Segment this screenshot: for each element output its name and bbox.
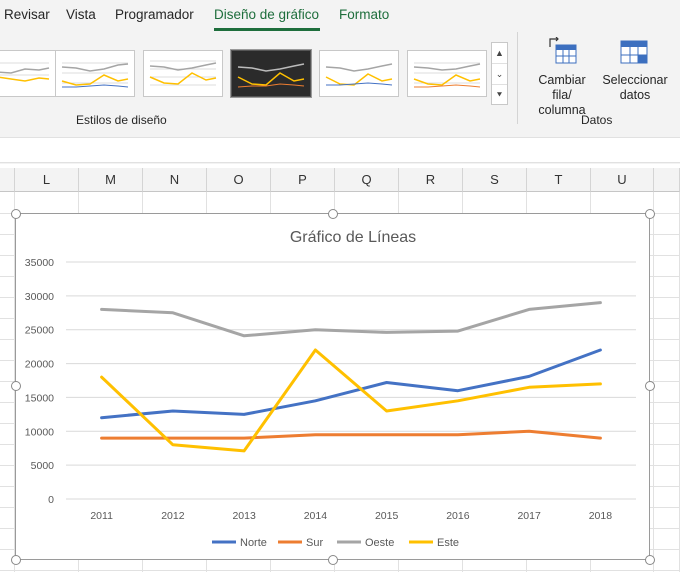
chart-style-thumbnail-3[interactable] (143, 50, 223, 97)
legend-label-este: Este (437, 537, 459, 549)
select-data-label-2: datos (619, 88, 651, 102)
y-tick-label: 20000 (25, 359, 54, 371)
column-header-p[interactable]: P (271, 168, 335, 192)
chart-style-thumbnail-1[interactable] (0, 50, 56, 97)
line-chart[interactable]: Gráfico de Líneas 0 5000 10000 15000 20000 250… (15, 213, 650, 560)
chart-canvas: Gráfico de Líneas 0 5000 10000 15000 20000 250… (25, 229, 636, 549)
select-data-label-1: Seleccionar (602, 73, 668, 87)
chart-style-thumbnail-2[interactable] (55, 50, 135, 97)
x-tick-label: 2018 (589, 510, 613, 522)
column-header-t[interactable]: T (527, 168, 591, 192)
switch-row-column-label-1: Cambiar fila/ (538, 73, 586, 102)
column-header-r[interactable]: R (399, 168, 463, 192)
series-line-oeste (100, 301, 602, 338)
active-tab-underline (214, 28, 320, 31)
x-tick-label: 2014 (304, 510, 328, 522)
series-line-sur (100, 429, 602, 440)
chart-resize-handle-bc[interactable] (328, 555, 338, 565)
x-tick-label: 2013 (232, 510, 256, 522)
chart-resize-handle-tr[interactable] (645, 209, 655, 219)
y-tick-label: 30000 (25, 291, 54, 303)
chart-resize-handle-bl[interactable] (11, 555, 21, 565)
series-line-norte (100, 348, 602, 420)
tab-formato[interactable]: Formato (339, 7, 389, 22)
column-header[interactable] (654, 168, 680, 192)
chart-resize-handle-tc[interactable] (328, 209, 338, 219)
legend-label-sur: Sur (306, 537, 323, 549)
gallery-scroll-down-icon[interactable]: ⌄ (492, 64, 507, 85)
gallery-scroll-up-icon[interactable]: ▲ (492, 43, 507, 64)
select-data-button[interactable]: Seleccionar datos (600, 73, 670, 103)
chart-style-thumbnail-6[interactable] (407, 50, 487, 97)
tab-diseno-de-grafico[interactable]: Diseño de gráfico (214, 7, 319, 22)
data-group-label: Datos (581, 113, 613, 127)
tab-vista[interactable]: Vista (66, 7, 96, 22)
x-tick-label: 2017 (517, 510, 541, 522)
chart-resize-handle-tl[interactable] (11, 209, 21, 219)
x-tick-label: 2012 (161, 510, 185, 522)
column-header-u[interactable]: U (591, 168, 654, 192)
gallery-expand-icon[interactable]: ⯆ (492, 85, 507, 105)
column-header-s[interactable]: S (463, 168, 527, 192)
column-header-o[interactable]: O (207, 168, 271, 192)
legend-label-oeste: Oeste (365, 537, 394, 549)
x-tick-label: 2016 (446, 510, 470, 522)
chart-title: Gráfico de Líneas (290, 229, 416, 246)
tab-programador[interactable]: Programador (115, 7, 194, 22)
x-tick-label: 2015 (375, 510, 399, 522)
y-tick-label: 25000 (25, 325, 54, 337)
column-header[interactable] (0, 168, 15, 192)
ribbon-tab-bar: Revisar Vista Programador Diseño de gráf… (0, 0, 680, 32)
y-tick-label: 5000 (31, 460, 55, 472)
ribbon-group-divider (517, 32, 518, 124)
chart-resize-handle-mr[interactable] (645, 381, 655, 391)
chart-resize-handle-br[interactable] (645, 555, 655, 565)
chart-resize-handle-ml[interactable] (11, 381, 21, 391)
gallery-scroll: ▲ ⌄ ⯆ (491, 42, 508, 105)
styles-group-label: Estilos de diseño (76, 113, 167, 127)
column-header-n[interactable]: N (143, 168, 207, 192)
switch-row-column-button[interactable]: Cambiar fila/ columna (527, 73, 597, 118)
tab-revisar[interactable]: Revisar (4, 7, 50, 22)
formula-input[interactable] (0, 137, 680, 163)
x-tick-label: 2011 (90, 510, 113, 522)
chart-style-thumbnail-4-dark[interactable] (230, 49, 312, 98)
y-tick-label: 10000 (25, 426, 54, 438)
legend-label-norte: Norte (240, 537, 267, 549)
y-tick-label: 15000 (25, 392, 54, 404)
chart-style-thumbnail-5[interactable] (319, 50, 399, 97)
column-header-l[interactable]: L (15, 168, 79, 192)
ribbon: ▲ ⌄ ⯆ Estilos de diseño Cambiar fila/ co… (0, 32, 680, 135)
column-header-q[interactable]: Q (335, 168, 399, 192)
y-tick-label: 0 (48, 494, 54, 506)
column-header-m[interactable]: M (79, 168, 143, 192)
switch-row-column-icon[interactable] (548, 36, 578, 70)
y-tick-label: 35000 (25, 257, 54, 269)
select-data-icon[interactable] (620, 40, 650, 73)
